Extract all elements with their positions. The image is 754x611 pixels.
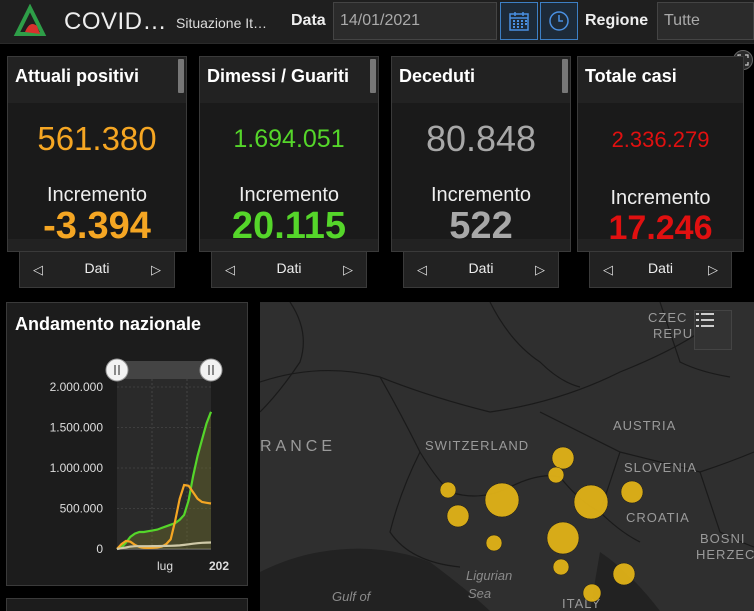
y-tick-label: 500.000 — [60, 502, 104, 516]
y-tick-label: 1.000.000 — [50, 461, 104, 475]
card-nav-dimessi-guariti: ◁ Dati ▷ — [211, 252, 367, 288]
card-value: 1.694.051 — [233, 125, 345, 153]
card-increment: -3.394 — [43, 205, 151, 247]
card-dimessi-guariti: Dimessi / Guariti 1.694.051 Incremento 2… — [199, 56, 379, 252]
bottom-panel — [6, 598, 248, 611]
card-deceduti: Deceduti 80.848 Incremento 522 — [391, 56, 571, 252]
region-bubble[interactable] — [439, 481, 457, 499]
y-tick-label: 2.000.000 — [50, 380, 104, 394]
chevron-right-icon[interactable]: ▷ — [534, 262, 546, 277]
region-bubble[interactable] — [582, 583, 602, 603]
chevron-right-icon[interactable]: ▷ — [707, 262, 719, 277]
y-tick-label: 1.500.000 — [50, 421, 104, 435]
card-title: Dimessi / Guariti — [207, 66, 350, 86]
card-title: Totale casi — [585, 66, 677, 86]
date-input[interactable]: 14/01/2021 — [333, 2, 497, 40]
card-value: 80.848 — [425, 118, 537, 159]
x-tick-label: lug — [157, 559, 173, 573]
region-bubble[interactable] — [551, 446, 575, 470]
calendar-button[interactable] — [500, 2, 538, 40]
x-tick-label: 202 — [209, 559, 229, 573]
card-scrollbar[interactable] — [370, 59, 376, 93]
region-label: Regione — [585, 12, 649, 29]
range-slider-track — [117, 361, 211, 379]
card-totale-casi: Totale casi 2.336.279 Incremento 17.246 — [577, 56, 744, 252]
region-select[interactable]: Tutte — [657, 2, 754, 40]
chevron-right-icon[interactable]: ▷ — [150, 262, 162, 277]
card-attuali-positivi: Attuali positivi 561.380 Incremento -3.3… — [7, 56, 187, 252]
bubble-layer — [439, 446, 644, 603]
line-chart: 2.000.000 1.500.000 1.000.000 500.000 0 lug 20… — [50, 358, 229, 573]
card-value: 2.336.279 — [611, 127, 710, 152]
chevron-right-icon[interactable]: ▷ — [342, 262, 354, 277]
app-title: COVID… — [64, 8, 168, 35]
app-header: COVID… Situazione It… Data 14/01/2021 Re… — [0, 0, 754, 44]
card-nav-totale-casi: ◁ Dati ▷ — [589, 252, 732, 288]
time-button[interactable] — [540, 2, 578, 40]
range-slider-handle — [199, 358, 223, 382]
card-increment-label: Incremento — [238, 184, 340, 206]
app-subtitle: Situazione It… — [176, 15, 268, 31]
map-view[interactable]: CZEC REPUB RANCE SWITZERLAND AUSTRIA SLO… — [260, 302, 754, 611]
legend-button[interactable] — [694, 310, 732, 350]
y-tick-label: 0 — [96, 542, 103, 556]
card-scrollbar[interactable] — [178, 59, 184, 93]
card-increment-label: Incremento — [610, 187, 711, 209]
region-bubble[interactable] — [620, 480, 644, 504]
card-increment-label: Incremento — [46, 184, 148, 206]
region-bubble[interactable] — [446, 504, 470, 528]
card-scrollbar[interactable] — [562, 59, 568, 93]
card-increment: 522 — [449, 205, 513, 247]
date-label: Data — [291, 12, 326, 29]
card-nav-deceduti: ◁ Dati ▷ — [403, 252, 559, 288]
card-increment-label: Incremento — [430, 184, 532, 206]
card-increment: 20.115 — [231, 205, 347, 247]
range-slider-handle — [105, 358, 129, 382]
region-bubble[interactable] — [484, 482, 520, 518]
region-bubble[interactable] — [612, 562, 636, 586]
card-value: 561.380 — [37, 120, 157, 157]
region-bubble[interactable] — [573, 484, 609, 520]
card-increment: 17.246 — [608, 209, 713, 247]
italy-logo-icon — [13, 4, 47, 36]
list-icon — [696, 313, 714, 327]
region-bubble[interactable] — [485, 534, 503, 552]
region-bubble[interactable] — [552, 558, 570, 576]
card-title: Attuali positivi — [15, 66, 140, 86]
region-bubble[interactable] — [546, 521, 580, 555]
chart-panel: Andamento nazionale 2.000.000 1.500.000 1.… — [6, 302, 248, 586]
clock-icon — [549, 11, 569, 31]
calendar-icon — [509, 12, 529, 31]
card-title: Deceduti — [399, 66, 476, 86]
region-bubble[interactable] — [547, 466, 565, 484]
card-nav-attuali-positivi: ◁ Dati ▷ — [19, 252, 175, 288]
